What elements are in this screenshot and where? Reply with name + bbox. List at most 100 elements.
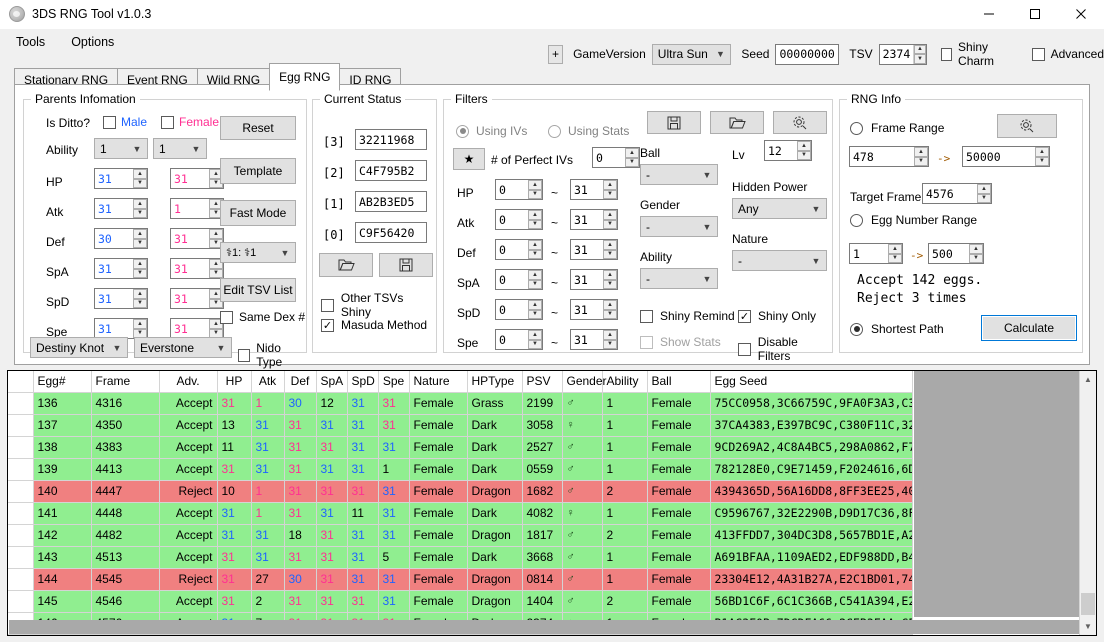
table-row[interactable]: 1454546Accept31231313131FemaleDragon1404… xyxy=(8,590,912,612)
up-icon[interactable]: ▲ xyxy=(133,289,147,299)
down-icon[interactable]: ▼ xyxy=(133,299,147,309)
row-selector-cell[interactable] xyxy=(8,436,33,458)
up-icon[interactable]: ▲ xyxy=(133,259,147,269)
minimize-button[interactable] xyxy=(966,0,1012,29)
up-icon[interactable]: ▲ xyxy=(914,147,928,157)
tsv-stepper[interactable]: 2374 ▲▼ xyxy=(879,44,927,65)
horizontal-scrollbar[interactable] xyxy=(9,620,1080,634)
female-def-stepper[interactable]: 31 ▲▼ xyxy=(170,228,224,249)
table-row[interactable]: 1394413Accept31313131311FemaleDark0559♂1… xyxy=(8,458,912,480)
male-spa-stepper[interactable]: 31 ▲▼ xyxy=(94,258,148,279)
male-ditto-checkbox[interactable]: Male xyxy=(103,115,147,129)
table-row[interactable]: 1374350Accept133131313131FemaleDark3058♀… xyxy=(8,414,912,436)
expand-button[interactable]: + xyxy=(548,45,563,64)
item-right-select[interactable]: Everstone ▼ xyxy=(134,337,232,358)
tab-egg-rng[interactable]: Egg RNG xyxy=(269,63,340,91)
shiny-remind-checkbox[interactable]: Shiny Remind xyxy=(640,309,735,323)
col-header-gender[interactable]: Gender xyxy=(562,371,602,392)
up-icon[interactable]: ▲ xyxy=(133,229,147,239)
up-icon[interactable]: ▲ xyxy=(603,180,617,190)
menu-item-options[interactable]: Options xyxy=(69,33,116,51)
up-icon[interactable]: ▲ xyxy=(209,229,223,239)
col-header-def[interactable]: Def xyxy=(284,371,316,392)
down-icon[interactable]: ▼ xyxy=(603,250,617,260)
perfect-ivs-stepper[interactable]: 0 ▲▼ xyxy=(592,147,640,168)
down-icon[interactable]: ▼ xyxy=(1035,157,1049,167)
up-icon[interactable]: ▲ xyxy=(133,169,147,179)
menu-item-tools[interactable]: Tools xyxy=(14,33,47,51)
table-row[interactable]: 1384383Accept113131313131FemaleDark2527♂… xyxy=(8,436,912,458)
down-icon[interactable]: ▼ xyxy=(625,158,639,168)
nido-type-checkbox[interactable]: Nido Type xyxy=(238,341,306,369)
scroll-up-icon[interactable]: ▲ xyxy=(1080,371,1096,388)
lv-stepper[interactable]: 12 ▲▼ xyxy=(764,140,812,161)
col-header-spe[interactable]: Spe xyxy=(378,371,409,392)
target-frame-stepper[interactable]: 4576 ▲▼ xyxy=(922,183,992,204)
up-icon[interactable]: ▲ xyxy=(603,330,617,340)
down-icon[interactable]: ▼ xyxy=(528,340,542,350)
save-status-button[interactable] xyxy=(379,253,433,277)
show-stats-checkbox[interactable]: Show Stats xyxy=(640,335,721,349)
frame-from-stepper[interactable]: 478 ▲▼ xyxy=(849,146,929,167)
male-ability-select[interactable]: 1 ▼ xyxy=(94,138,148,159)
open-filter-button[interactable] xyxy=(710,111,764,134)
down-icon[interactable]: ▼ xyxy=(603,190,617,200)
up-icon[interactable]: ▲ xyxy=(133,319,147,329)
same-dex-checkbox[interactable]: Same Dex # xyxy=(220,310,305,324)
status-value-3[interactable]: 32211968 xyxy=(355,129,427,150)
seed-input[interactable]: 00000000 xyxy=(775,44,839,65)
filter-hp-max[interactable]: 31 ▲▼ xyxy=(570,179,618,200)
down-icon[interactable]: ▼ xyxy=(528,310,542,320)
female-spe-stepper[interactable]: 31 ▲▼ xyxy=(170,318,224,339)
advanced-checkbox[interactable]: Advanced xyxy=(1032,47,1104,61)
using-stats-radio[interactable]: Using Stats xyxy=(548,124,629,138)
game-version-select[interactable]: Ultra Sun ▼ xyxy=(652,44,732,65)
egg-number-range-radio[interactable]: Egg Number Range xyxy=(850,213,977,227)
filter-hp-min[interactable]: 0 ▲▼ xyxy=(495,179,543,200)
down-icon[interactable]: ▼ xyxy=(133,269,147,279)
gender-filter-select[interactable]: - ▼ xyxy=(640,216,718,237)
down-icon[interactable]: ▼ xyxy=(977,194,991,204)
scroll-down-icon[interactable]: ▼ xyxy=(1080,618,1096,635)
shiny-only-checkbox[interactable]: ✓ Shiny Only xyxy=(738,309,816,323)
using-ivs-radio[interactable]: Using IVs xyxy=(456,124,527,138)
col-header-nature[interactable]: Nature xyxy=(409,371,467,392)
col-header-adv[interactable]: Adv. xyxy=(159,371,217,392)
up-icon[interactable]: ▲ xyxy=(603,210,617,220)
vertical-scrollbar[interactable]: ▲ ▼ xyxy=(1079,371,1096,635)
table-row[interactable]: 1414448Accept31131311131FemaleDark4082♀1… xyxy=(8,502,912,524)
male-def-stepper[interactable]: 30 ▲▼ xyxy=(94,228,148,249)
nature-filter-select[interactable]: - ▼ xyxy=(732,250,827,271)
down-icon[interactable]: ▼ xyxy=(603,220,617,230)
male-spd-stepper[interactable]: 31 ▲▼ xyxy=(94,288,148,309)
save-filter-button[interactable] xyxy=(647,111,701,134)
status-value-0[interactable]: C9F56420 xyxy=(355,222,427,243)
disable-filters-checkbox[interactable]: Disable Filters xyxy=(738,335,832,363)
up-icon[interactable]: ▲ xyxy=(603,300,617,310)
up-icon[interactable]: ▲ xyxy=(625,148,639,158)
col-header-frame[interactable]: Frame xyxy=(91,371,159,392)
load-status-button[interactable] xyxy=(319,253,373,277)
up-icon[interactable]: ▲ xyxy=(133,199,147,209)
table-row[interactable]: 1364316Accept31130123131FemaleGrass2199♂… xyxy=(8,392,912,414)
up-icon[interactable]: ▲ xyxy=(528,210,542,220)
up-icon[interactable]: ▲ xyxy=(888,244,902,254)
down-icon[interactable]: ▼ xyxy=(133,239,147,249)
filter-spe-max[interactable]: 31 ▲▼ xyxy=(570,329,618,350)
up-icon[interactable]: ▲ xyxy=(603,270,617,280)
rng-settings-button[interactable] xyxy=(997,114,1057,138)
shiny-charm-checkbox[interactable]: Shiny Charm xyxy=(941,40,1018,68)
scroll-thumb[interactable] xyxy=(1081,593,1095,615)
template-button[interactable]: Template xyxy=(220,158,296,184)
filter-spa-max[interactable]: 31 ▲▼ xyxy=(570,269,618,290)
female-spa-stepper[interactable]: 31 ▲▼ xyxy=(170,258,224,279)
filter-spe-min[interactable]: 0 ▲▼ xyxy=(495,329,543,350)
down-icon[interactable]: ▼ xyxy=(969,254,983,264)
filter-def-max[interactable]: 31 ▲▼ xyxy=(570,239,618,260)
fast-mode-button[interactable]: Fast Mode xyxy=(220,200,296,226)
row-selector-cell[interactable] xyxy=(8,568,33,590)
col-header-hp[interactable]: HP xyxy=(217,371,251,392)
up-icon[interactable]: ▲ xyxy=(977,184,991,194)
row-selector-cell[interactable] xyxy=(8,590,33,612)
tsv-down-icon[interactable]: ▼ xyxy=(914,54,925,64)
